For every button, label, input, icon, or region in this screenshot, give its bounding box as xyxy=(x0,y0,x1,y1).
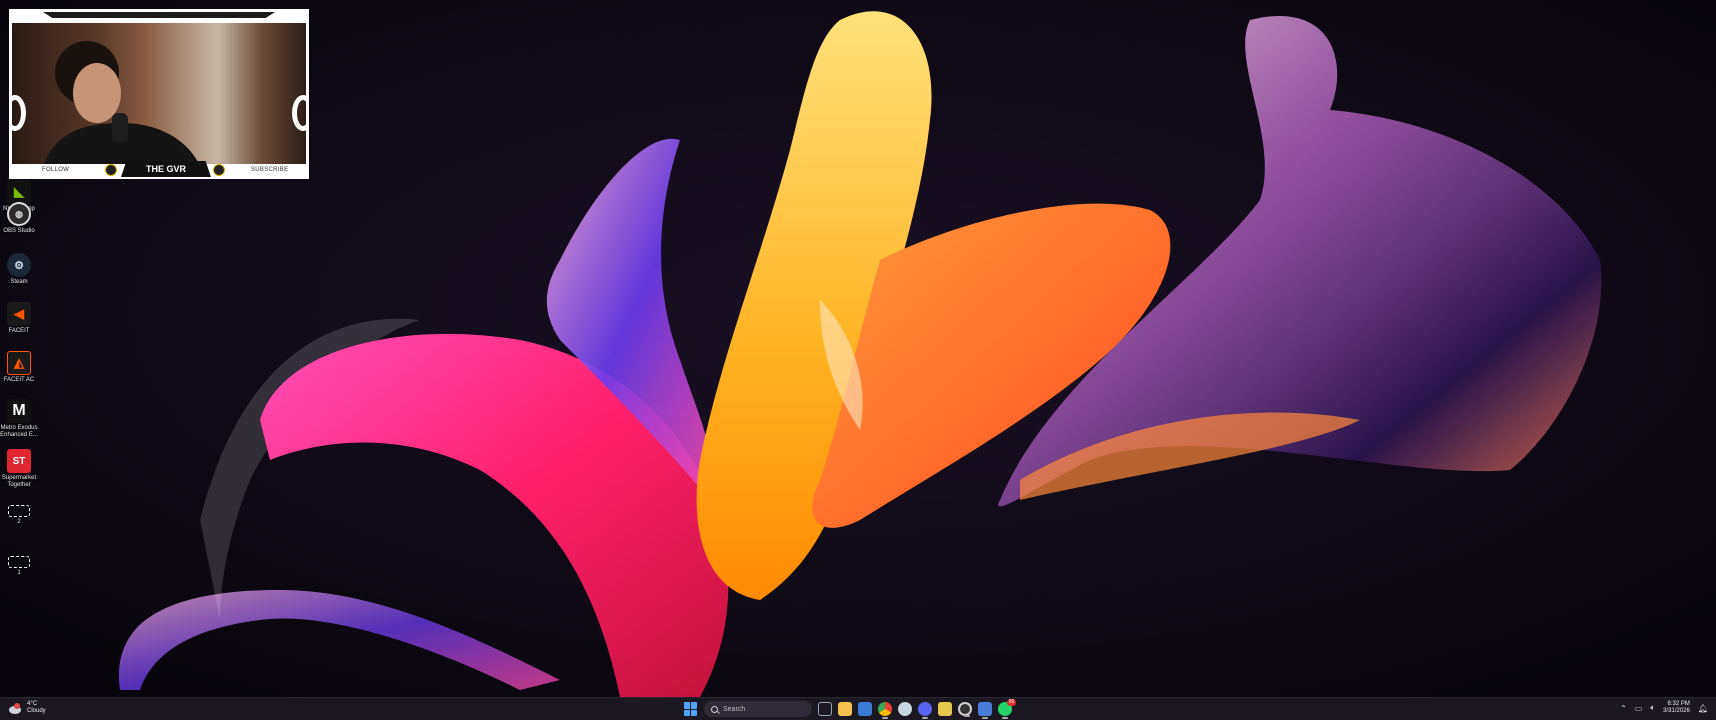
microsoft-store-icon[interactable] xyxy=(858,702,872,716)
obs-taskbar-icon[interactable] xyxy=(958,702,972,717)
supermarket-together-icon: ST xyxy=(7,449,31,473)
webcam-follow-label: FOLLOW xyxy=(42,167,70,173)
desktop-icon-faceit-ac[interactable]: ◭ FACEIT AC xyxy=(0,351,38,384)
system-tray: ⌃ ▭ 🔈︎ 6:32 PM 3/31/2026 🔔︎ xyxy=(1620,701,1708,715)
faceit-ac-icon: ◭ xyxy=(7,351,31,375)
weather-widget[interactable]: 4°C Cloudy xyxy=(8,701,46,715)
steam-icon: ⚙ xyxy=(7,253,31,277)
desktop-icon-label: FACEIT xyxy=(8,328,30,334)
desktop-icon-label: 1 xyxy=(17,570,21,576)
task-view-icon[interactable] xyxy=(818,702,832,716)
obs-icon: ◍ xyxy=(7,202,31,226)
webcam-top-frame xyxy=(9,9,309,23)
streamer-name: THE GVR xyxy=(121,161,211,177)
badge-icon xyxy=(213,164,225,176)
terminal-icon[interactable] xyxy=(938,702,952,716)
nvidia-icon: ◣ xyxy=(7,180,31,204)
cloud-icon xyxy=(8,702,22,714)
desktop-icon-obs-studio[interactable]: ◍ OBS Studio xyxy=(0,202,38,235)
volume-icon[interactable]: 🔈︎ xyxy=(1650,703,1655,713)
weather-temperature: 4°C xyxy=(27,701,38,707)
chevron-up-icon[interactable]: ⌃ xyxy=(1620,704,1627,713)
discord-icon[interactable] xyxy=(918,702,932,719)
shortcut-icon xyxy=(8,556,30,568)
desktop-icon-label: Supermarket Together xyxy=(1,475,37,488)
desktop-icon-metro-exodus[interactable]: M Metro Exodus Enhanced E... xyxy=(0,399,38,439)
chrome-icon[interactable] xyxy=(878,702,892,719)
taskbar-center: Search 99 xyxy=(684,699,1016,719)
desktop-icon-label: 2 xyxy=(17,519,21,525)
desktop-icon-label: Steam xyxy=(10,279,28,285)
badge-icon xyxy=(105,164,117,176)
file-explorer-icon[interactable] xyxy=(838,702,852,716)
webcam-video xyxy=(12,23,306,171)
steam-taskbar-icon[interactable] xyxy=(898,702,912,716)
desktop-icon-shortcut-2[interactable]: 2 xyxy=(0,505,38,526)
metro-exodus-icon: M xyxy=(7,399,31,423)
taskbar-clock[interactable]: 6:32 PM 3/31/2026 xyxy=(1663,701,1690,715)
taskbar: 4°C Cloudy Search 99 ⌃ ▭ 🔈︎ 6:32 PM 3/31… xyxy=(0,697,1716,720)
webcam-subscribe-label: SUBSCRIBE xyxy=(251,167,289,173)
taskbar-search-box[interactable]: Search xyxy=(704,701,812,717)
notification-bell-icon[interactable]: 🔔︎ xyxy=(1698,704,1708,713)
desktop-icon-faceit[interactable]: ◀ FACEIT xyxy=(0,302,38,335)
faceit-icon: ◀ xyxy=(7,302,31,326)
clock-time: 6:32 PM xyxy=(1667,701,1690,707)
desktop-icon-label: FACEIT AC xyxy=(3,377,35,383)
desktop-icon-supermarket-together[interactable]: ST Supermarket Together xyxy=(0,449,38,489)
whatsapp-icon[interactable]: 99 xyxy=(998,699,1016,719)
weather-condition: Cloudy xyxy=(27,708,46,714)
desktop-icon-shortcut-1[interactable]: 1 xyxy=(0,556,38,577)
webcam-name-bar: FOLLOW THE GVR SUBSCRIBE xyxy=(9,161,309,178)
desktop-icon-steam[interactable]: ⚙ Steam xyxy=(0,253,38,286)
desktop-icon-label: Metro Exodus Enhanced E... xyxy=(0,425,38,438)
search-placeholder: Search xyxy=(723,705,746,713)
shortcut-icon xyxy=(8,505,30,517)
search-icon xyxy=(711,705,718,713)
desktop-icon-label: OBS Studio xyxy=(3,228,35,234)
clock-date: 3/31/2026 xyxy=(1663,708,1690,714)
notification-badge: 99 xyxy=(1007,699,1016,706)
streamer-silhouette xyxy=(42,41,202,171)
snipping-tool-icon[interactable] xyxy=(978,702,992,719)
network-icon[interactable]: ▭ xyxy=(1635,704,1643,713)
start-button[interactable] xyxy=(684,702,698,716)
webcam-overlay: FOLLOW THE GVR SUBSCRIBE xyxy=(9,9,309,179)
